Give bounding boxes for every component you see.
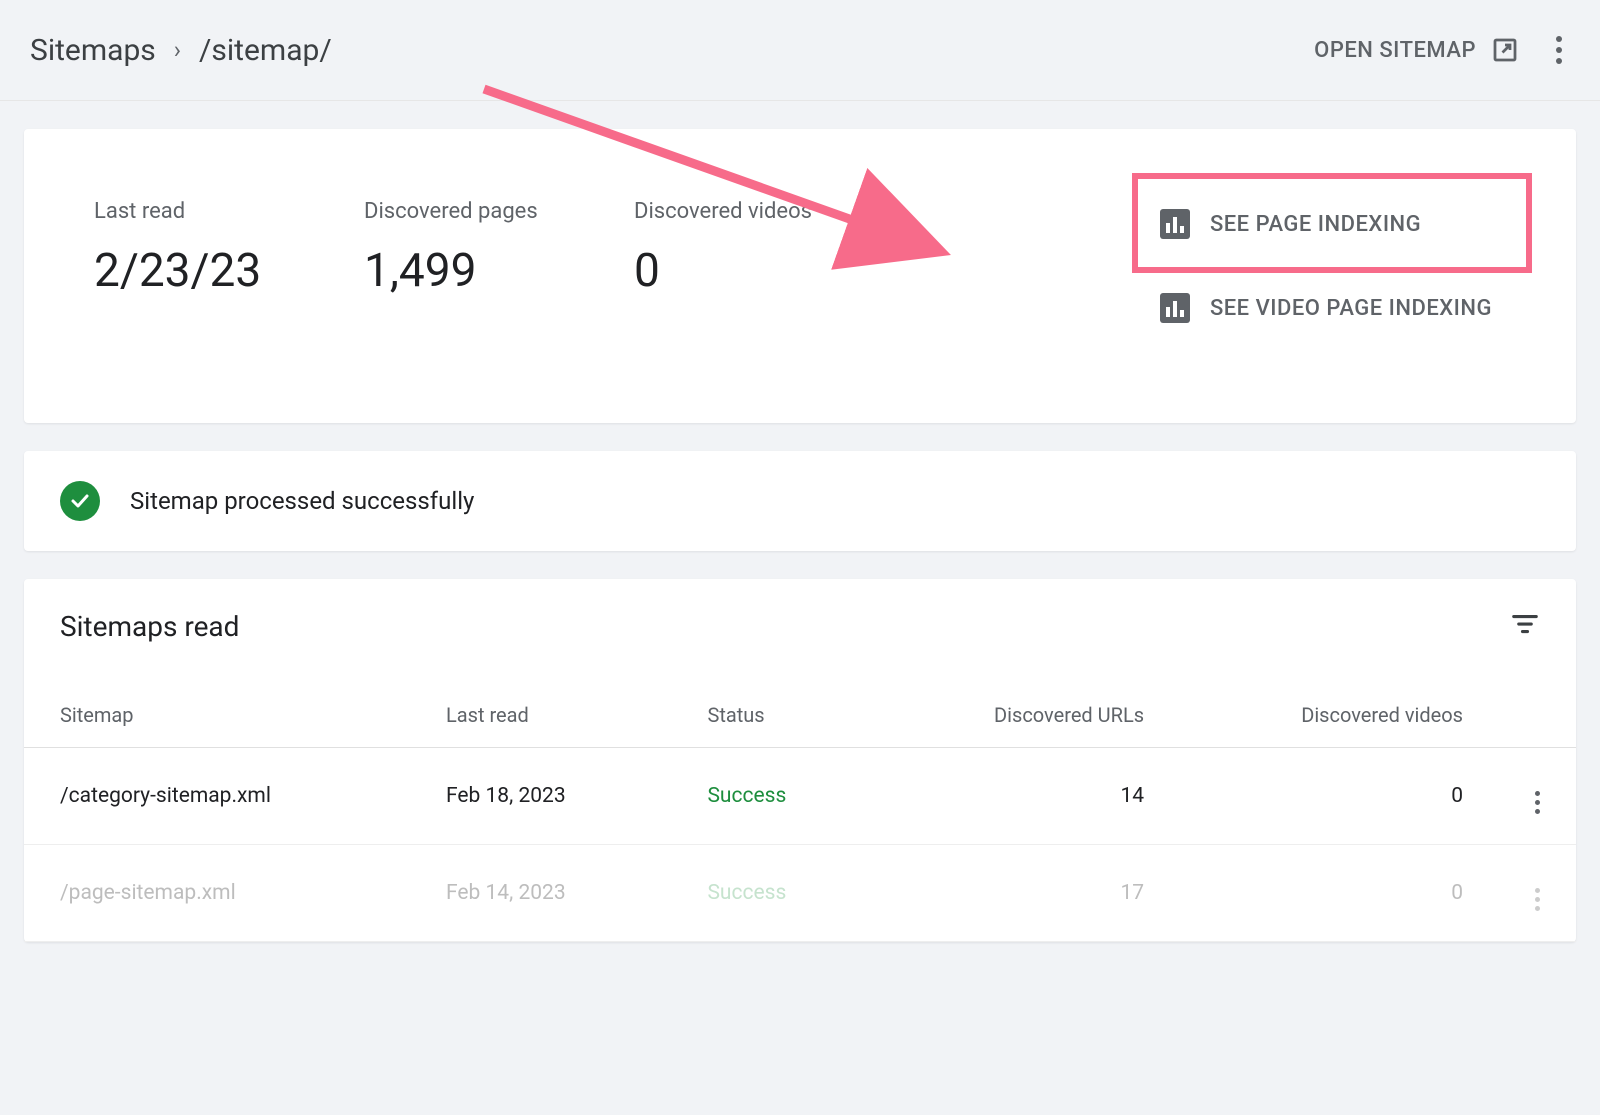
col-discovered-urls[interactable]: Discovered URLs: [877, 683, 1180, 748]
col-sitemap[interactable]: Sitemap: [24, 683, 410, 748]
filter-button[interactable]: [1510, 609, 1540, 643]
indexing-buttons: SEE PAGE INDEXING SEE VIDEO PAGE INDEXIN…: [1146, 199, 1506, 333]
cell-sitemap: /page-sitemap.xml: [24, 845, 410, 942]
cell-discovered-videos: 0: [1180, 845, 1499, 942]
row-menu-button[interactable]: [1535, 888, 1540, 911]
bar-chart-icon: [1160, 209, 1190, 239]
cell-last-read: Feb 18, 2023: [410, 748, 671, 845]
header-actions: OPEN SITEMAP: [1314, 28, 1570, 72]
table-row[interactable]: /category-sitemap.xmlFeb 18, 2023Success…: [24, 748, 1576, 845]
see-page-indexing-label: SEE PAGE INDEXING: [1210, 212, 1421, 237]
open-sitemap-label: OPEN SITEMAP: [1314, 38, 1476, 63]
see-video-page-indexing-button[interactable]: SEE VIDEO PAGE INDEXING: [1146, 283, 1506, 333]
breadcrumb-current: /sitemap/: [199, 33, 332, 68]
cell-last-read: Feb 14, 2023: [410, 845, 671, 942]
stat-label: Discovered pages: [364, 199, 614, 224]
status-message: Sitemap processed successfully: [130, 487, 474, 515]
row-menu-button[interactable]: [1535, 791, 1540, 814]
see-page-indexing-button[interactable]: SEE PAGE INDEXING: [1146, 199, 1506, 249]
stat-value: 0: [634, 244, 884, 298]
chevron-right-icon: ›: [174, 36, 181, 64]
cell-status: Success: [671, 748, 877, 845]
cell-status: Success: [671, 845, 877, 942]
more-options-button[interactable]: [1548, 28, 1570, 72]
stat-value: 2/23/23: [94, 244, 344, 298]
table-row[interactable]: /page-sitemap.xmlFeb 14, 2023Success170: [24, 845, 1576, 942]
sitemap-stats-card: Last read 2/23/23 Discovered pages 1,499…: [24, 129, 1576, 423]
cell-discovered-urls: 14: [877, 748, 1180, 845]
cell-discovered-urls: 17: [877, 845, 1180, 942]
stat-value: 1,499: [364, 244, 614, 298]
cell-discovered-videos: 0: [1180, 748, 1499, 845]
status-card: Sitemap processed successfully: [24, 451, 1576, 551]
sitemaps-table: Sitemap Last read Status Discovered URLs…: [24, 683, 1576, 942]
col-discovered-videos[interactable]: Discovered videos: [1180, 683, 1499, 748]
cell-sitemap: /category-sitemap.xml: [24, 748, 410, 845]
open-sitemap-button[interactable]: OPEN SITEMAP: [1314, 35, 1520, 65]
stat-last-read: Last read 2/23/23: [94, 199, 344, 298]
col-status[interactable]: Status: [671, 683, 877, 748]
col-last-read[interactable]: Last read: [410, 683, 671, 748]
page-header: Sitemaps › /sitemap/ OPEN SITEMAP: [0, 0, 1600, 101]
stat-discovered-pages: Discovered pages 1,499: [364, 199, 614, 298]
open-external-icon: [1490, 35, 1520, 65]
table-header: Sitemaps read: [24, 579, 1576, 683]
sitemaps-read-card: Sitemaps read Sitemap Last read Status D…: [24, 579, 1576, 942]
table-title: Sitemaps read: [60, 610, 239, 643]
bar-chart-icon: [1160, 293, 1190, 323]
stat-label: Last read: [94, 199, 344, 224]
breadcrumb-root[interactable]: Sitemaps: [30, 33, 156, 68]
check-circle-icon: [60, 481, 100, 521]
breadcrumb: Sitemaps › /sitemap/: [30, 33, 332, 68]
see-video-indexing-label: SEE VIDEO PAGE INDEXING: [1210, 296, 1492, 321]
stat-discovered-videos: Discovered videos 0: [634, 199, 884, 298]
stat-label: Discovered videos: [634, 199, 884, 224]
